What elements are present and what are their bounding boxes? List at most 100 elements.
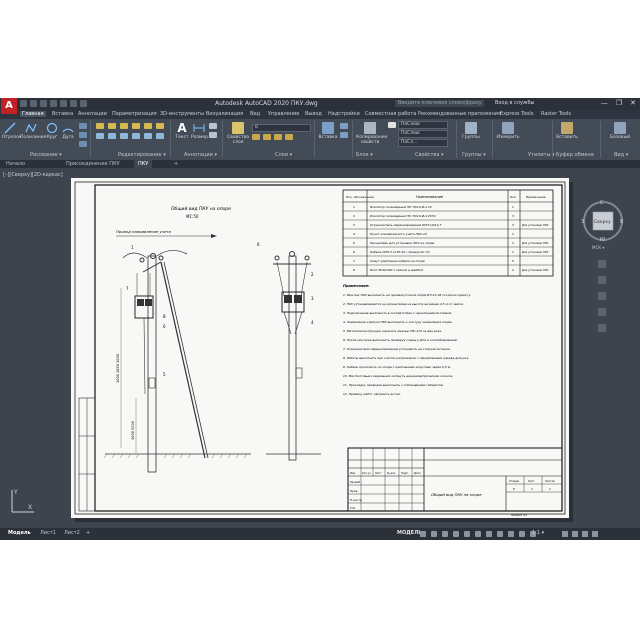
block-group-label[interactable]: Блок ▾ [356,152,373,158]
otrack-icon[interactable] [475,531,481,537]
move-icon[interactable] [96,123,104,129]
layer-properties-tool[interactable]: Свойства слоя [226,122,250,145]
customize-menu-icon[interactable] [592,531,598,537]
array-icon[interactable] [144,133,152,139]
tab-manage[interactable]: Управление [268,111,299,117]
tab-addins[interactable]: Надстройки [328,111,360,117]
transparency-icon[interactable] [497,531,503,537]
insert-block-tool[interactable]: Вставка [318,122,338,140]
close-icon[interactable]: ✕ [630,99,636,107]
tab-view[interactable]: Вид [250,111,260,117]
layers-group-label[interactable]: Слои ▾ [275,152,292,158]
new-file-icon[interactable] [20,100,27,107]
wcs-menu[interactable]: МСК ▾ [592,245,604,250]
base-view-tool[interactable]: Базовый [608,122,632,140]
viewcube-east[interactable]: В [620,219,624,225]
tab-collaborate[interactable]: Совместная работа [365,111,416,117]
rectangle-icon[interactable] [79,123,87,129]
model-space-toggle[interactable]: МОДЕЛЬ [397,530,422,536]
hardware-accel-icon[interactable] [572,531,578,537]
color-dropdown[interactable]: ПоСлою [398,121,448,129]
redo-icon[interactable] [80,100,87,107]
scale-icon[interactable] [132,133,140,139]
tab-insert[interactable]: Вставка [52,111,73,117]
explode-icon[interactable] [108,133,116,139]
annotation-group-label[interactable]: Аннотации ▾ [184,152,217,158]
doc-tab-pku[interactable]: ПКУ [134,160,153,168]
circle-tool[interactable]: Круг [44,122,60,140]
doc-tab-start[interactable]: Начало [2,160,29,168]
open-folder-icon[interactable] [30,100,37,107]
lineweight-icon[interactable] [486,531,492,537]
erase-icon[interactable] [132,123,140,129]
create-block-icon[interactable] [340,123,348,129]
new-tab-plus-icon[interactable]: + [170,160,182,168]
rotate-icon[interactable] [108,123,116,129]
text-tool[interactable]: A Текст [174,122,190,140]
layout-tab-sheet1[interactable]: Лист1 [40,530,56,536]
maximize-icon[interactable]: ❐ [616,99,622,107]
viewcube-west[interactable]: З [581,219,584,225]
layout-tab-sheet2[interactable]: Лист2 [64,530,80,536]
annotation-visibility-icon[interactable] [519,531,525,537]
clean-screen-icon[interactable] [582,531,588,537]
linetype-dropdown[interactable]: ПоСлою [398,130,448,138]
save-as-icon[interactable] [50,100,57,107]
ellipse-icon[interactable] [79,141,87,147]
tab-raster-tools[interactable]: Raster Tools [541,111,571,117]
undo-icon[interactable] [70,100,77,107]
layer-lock-icon[interactable] [274,134,282,140]
signin-link[interactable]: Вход в службы [495,100,534,106]
autocad-logo-button[interactable]: A [1,98,17,114]
arc-tool[interactable]: Дуга [60,122,76,140]
polyline-tool[interactable]: Полилиния [20,122,46,140]
properties-group-label[interactable]: Свойства ▾ [415,152,444,158]
stretch-icon[interactable] [120,133,128,139]
groups-group-label[interactable]: Группы ▾ [462,152,486,158]
layer-match-icon[interactable] [285,134,293,140]
showmotion-icon[interactable] [598,324,606,332]
polar-icon[interactable] [453,531,459,537]
plot-icon[interactable] [60,100,67,107]
line-tool[interactable]: Отрезок [2,122,22,140]
viewcube-face[interactable]: Сверху [594,219,611,225]
pan-icon[interactable] [598,276,606,284]
lineweight-dropdown[interactable]: ПоСл... [398,139,448,147]
viewport-controls[interactable]: [–][Сверху][2D-каркас] [3,172,63,178]
snap-icon[interactable] [431,531,437,537]
trim-icon[interactable] [120,123,128,129]
tab-output[interactable]: Вывод [305,111,322,117]
paste-tool[interactable]: Вставить [556,122,578,140]
match-properties-tool[interactable]: Копирование свойств [356,122,387,145]
orbit-icon[interactable] [598,308,606,316]
utilities-group-label[interactable]: Утилиты ▾ [528,152,555,158]
edit-block-icon[interactable] [340,132,348,138]
layout-tab-model[interactable]: Модель [8,530,31,536]
viewcube[interactable]: С Сверху В З Ю МСК ▾ [580,196,626,250]
draw-group-label[interactable]: Рисование ▾ [30,152,62,158]
minimize-icon[interactable]: — [601,99,608,107]
mirror-icon[interactable] [156,123,164,129]
annotation-scale[interactable]: 1:1 ▾ [532,530,544,536]
offset-icon[interactable] [156,133,164,139]
tab-express-tools[interactable]: Express Tools [500,111,533,117]
tab-annotate[interactable]: Аннотации [78,111,107,117]
steering-wheel-icon[interactable] [598,260,606,268]
fillet-icon[interactable] [96,133,104,139]
view-group-label[interactable]: Вид ▾ [614,152,628,158]
hatch-icon[interactable] [79,132,87,138]
tab-parametric[interactable]: Параметризация [112,111,157,117]
viewcube-north[interactable]: С [600,200,604,206]
tab-3d-tools[interactable]: 3D-инструменты [160,111,204,117]
leader-icon[interactable] [209,123,217,129]
grid-icon[interactable] [420,531,426,537]
clipboard-group-label[interactable]: Буфер обмена [556,152,594,158]
table-icon[interactable] [209,132,217,138]
modify-group-label[interactable]: Редактирование ▾ [118,152,166,158]
selection-cycling-icon[interactable] [508,531,514,537]
tab-visualize[interactable]: Визуализация [206,111,243,117]
zoom-icon[interactable] [598,292,606,300]
layer-dropdown[interactable]: 0 [252,124,311,132]
osnap-icon[interactable] [464,531,470,537]
measure-tool[interactable]: Измерить [496,122,520,140]
